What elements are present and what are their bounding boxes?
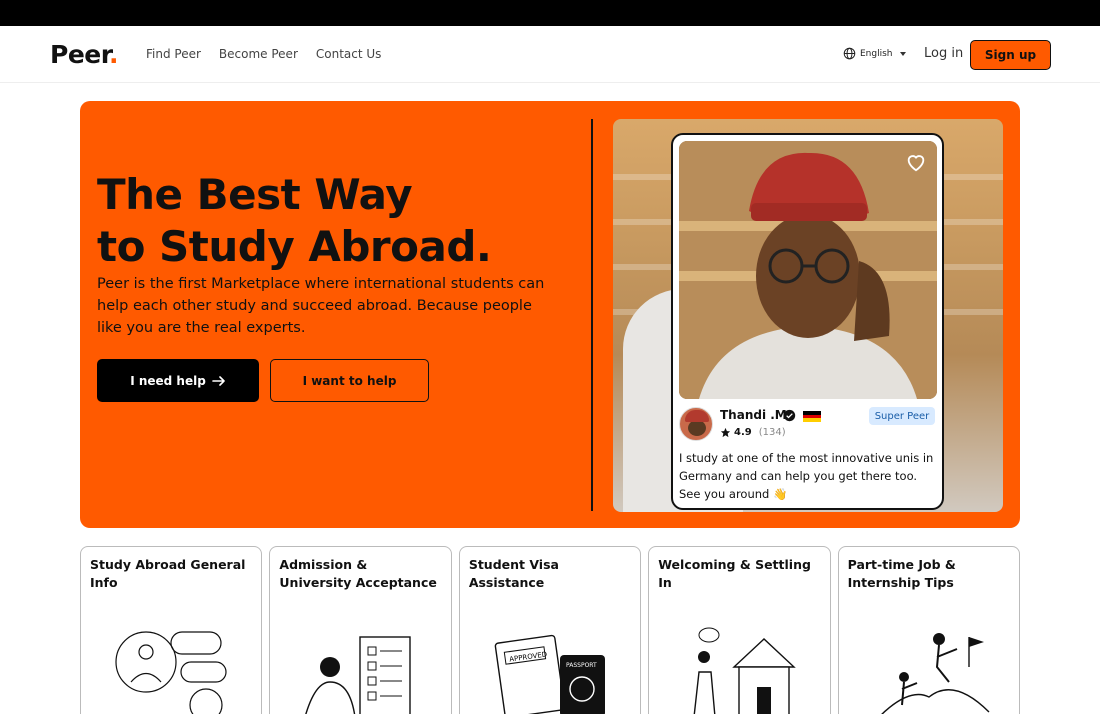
hero-description: Peer is the first Marketplace where inte… <box>97 276 545 336</box>
super-peer-badge: Super Peer <box>869 407 935 425</box>
browser-top-bar <box>0 0 1100 26</box>
globe-icon <box>843 47 856 60</box>
germany-flag-icon <box>803 411 821 422</box>
category-title: Admission & University Acceptance <box>279 557 437 590</box>
login-link[interactable]: Log in <box>924 46 963 61</box>
verified-badge-icon <box>783 409 796 422</box>
category-card-jobs[interactable]: Part-time Job & Internship Tips <box>837 546 1021 714</box>
top-navigation: Peer. Find Peer Become Peer Contact Us E… <box>0 26 1100 83</box>
category-card-general-info[interactable]: Study Abroad General Info <box>80 546 263 714</box>
avatar <box>679 407 713 441</box>
house-illustration <box>693 627 796 714</box>
rating-value: 4.9 <box>734 427 752 438</box>
hero-banner: The Best Way to Study Abroad. Peer is th… <box>80 101 1020 528</box>
category-title: Part-time Job & Internship Tips <box>847 557 956 590</box>
checklist-illustration <box>305 636 412 714</box>
category-title: Student Visa Assistance <box>468 557 559 590</box>
profile-info: Thandi .M Super Peer 4.9 (134) <box>679 407 937 447</box>
visa-passport-illustration: APPROVED PASSPORT <box>494 634 605 714</box>
chevron-down-icon <box>899 51 906 56</box>
signup-button[interactable]: Sign up <box>970 40 1051 70</box>
nav-link-find-peer[interactable]: Find Peer <box>146 47 201 61</box>
category-card-visa[interactable]: Student Visa Assistance APPROVED PASSPOR… <box>458 546 642 714</box>
hero-title-line-1: The Best Way <box>97 170 413 219</box>
rating: 4.9 (134) <box>720 427 786 438</box>
category-cards: Study Abroad General Info Admission & Un… <box>80 546 1021 714</box>
profile-name: Thandi .M <box>720 408 787 422</box>
hero-title-line-2: to Study Abroad. <box>97 222 492 271</box>
nav-link-become-peer[interactable]: Become Peer <box>219 47 298 61</box>
student-photo <box>679 141 937 399</box>
hero-divider <box>591 119 593 511</box>
i-want-to-help-button[interactable]: I want to help <box>270 359 429 402</box>
category-title: Study Abroad General Info <box>90 557 246 590</box>
heart-icon[interactable] <box>905 151 927 173</box>
i-need-help-button[interactable]: I need help <box>97 359 259 402</box>
peer-logo[interactable]: Peer. <box>50 40 119 69</box>
category-title: Welcoming & Settling In <box>658 557 811 590</box>
language-label: English <box>860 48 893 59</box>
category-card-settling-in[interactable]: Welcoming & Settling In <box>648 546 831 714</box>
climbing-goal-illustration <box>880 633 990 714</box>
svg-text:PASSPORT: PASSPORT <box>566 662 597 669</box>
peer-profile-card[interactable]: Thandi .M Super Peer 4.9 (134) I study a… <box>671 133 944 510</box>
nav-links: Find Peer Become Peer Contact Us <box>146 47 381 61</box>
hero-title: The Best Way to Study Abroad. <box>97 169 492 273</box>
language-selector[interactable]: English <box>843 47 906 60</box>
review-count: (134) <box>758 427 786 438</box>
i-need-help-label: I need help <box>130 373 206 388</box>
chat-people-illustration <box>115 631 227 714</box>
nav-link-contact-us[interactable]: Contact Us <box>316 47 382 61</box>
category-card-admission[interactable]: Admission & University Acceptance <box>269 546 452 714</box>
star-icon <box>720 427 731 438</box>
profile-quote: I study at one of the most innovative un… <box>679 451 934 501</box>
arrow-right-icon <box>212 375 225 386</box>
